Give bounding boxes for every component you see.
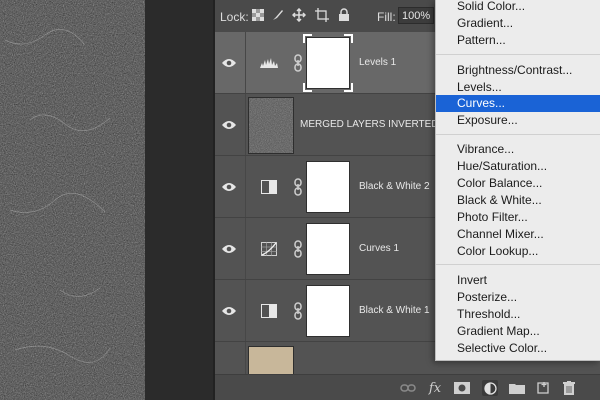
lock-transparent-pixels-icon[interactable] [251, 8, 265, 22]
new-group-folder-icon[interactable] [509, 380, 525, 396]
menu-item-posterize[interactable]: Posterize... [436, 289, 600, 306]
row-separator [245, 32, 246, 93]
black-white-adjustment-icon[interactable] [259, 179, 279, 195]
menu-item-hue-saturation[interactable]: Hue/Saturation... [436, 158, 600, 175]
menu-item-channel-mixer[interactable]: Channel Mixer... [436, 226, 600, 243]
lock-image-pixels-brush-icon[interactable] [271, 8, 285, 22]
layers-bottom-toolbar: fx [215, 374, 600, 400]
row-separator [245, 218, 246, 279]
row-separator [245, 156, 246, 217]
mask-link-chain-icon[interactable] [293, 302, 303, 320]
menu-item-invert[interactable]: Invert [436, 272, 600, 289]
layer-name[interactable]: Black & White 1 [359, 305, 430, 316]
menu-item-brightness-contrast[interactable]: Brightness/Contrast... [436, 62, 600, 79]
lock-position-move-icon[interactable] [292, 8, 306, 22]
menu-item-gradient[interactable]: Gradient... [436, 15, 600, 32]
menu-item-photo-filter[interactable]: Photo Filter... [436, 209, 600, 226]
visibility-eye-icon[interactable] [220, 180, 238, 194]
add-layer-mask-icon[interactable] [454, 380, 470, 396]
new-layer-icon[interactable] [535, 380, 551, 396]
curves-adjustment-icon[interactable] [259, 241, 279, 257]
menu-item-selective-color[interactable]: Selective Color... [436, 340, 600, 357]
new-adjustment-layer-menu: Solid Color... Gradient... Pattern... Br… [435, 0, 600, 361]
menu-item-color-lookup[interactable]: Color Lookup... [436, 243, 600, 260]
menu-separator [436, 54, 600, 55]
menu-separator [436, 264, 600, 265]
levels-histogram-icon[interactable] [259, 55, 279, 71]
menu-item-threshold[interactable]: Threshold... [436, 306, 600, 323]
layer-mask-thumbnail[interactable] [306, 161, 350, 213]
row-separator [245, 280, 246, 341]
mask-link-chain-icon[interactable] [293, 54, 303, 72]
menu-item-curves[interactable]: Curves... [436, 95, 600, 112]
lock-label: Lock: [220, 10, 249, 24]
layer-name[interactable]: Black & White 2 [359, 181, 430, 192]
layer-mask-thumbnail[interactable] [306, 223, 350, 275]
menu-separator [436, 134, 600, 135]
black-white-adjustment-icon[interactable] [259, 303, 279, 319]
lock-all-padlock-icon[interactable] [337, 8, 351, 22]
lock-artboard-icon[interactable] [315, 8, 329, 22]
menu-item-black-white[interactable]: Black & White... [436, 192, 600, 209]
layer-mask-thumbnail[interactable] [306, 285, 350, 337]
menu-item-gradient-map[interactable]: Gradient Map... [436, 323, 600, 340]
menu-item-color-balance[interactable]: Color Balance... [436, 175, 600, 192]
mask-selection-corners [303, 34, 353, 92]
menu-item-vibrance[interactable]: Vibrance... [436, 141, 600, 158]
layer-name[interactable]: Levels 1 [359, 57, 396, 68]
mask-link-chain-icon[interactable] [293, 240, 303, 258]
menu-item-pattern[interactable]: Pattern... [436, 32, 600, 49]
menu-item-exposure[interactable]: Exposure... [436, 112, 600, 129]
row-separator [245, 94, 246, 155]
menu-item-levels[interactable]: Levels... [436, 79, 600, 96]
link-layers-icon[interactable] [400, 380, 416, 396]
visibility-eye-icon[interactable] [220, 118, 238, 132]
fill-label: Fill: [377, 10, 396, 24]
mask-link-chain-icon[interactable] [293, 178, 303, 196]
layer-name[interactable]: MERGED LAYERS INVERTED [300, 119, 439, 130]
visibility-eye-icon[interactable] [220, 304, 238, 318]
menu-item-solid-color[interactable]: Solid Color... [436, 0, 600, 15]
visibility-eye-icon[interactable] [220, 242, 238, 256]
visibility-eye-icon[interactable] [220, 56, 238, 70]
new-adjustment-layer-icon[interactable] [482, 380, 498, 396]
layer-thumbnail-texture[interactable] [248, 97, 294, 154]
fill-opacity-input[interactable]: 100% [398, 7, 434, 24]
row-separator [245, 342, 246, 374]
layer-name[interactable]: Curves 1 [359, 243, 399, 254]
document-canvas[interactable] [0, 0, 145, 400]
fx-layer-style-button[interactable]: fx [427, 380, 443, 396]
canvas-pasteboard [145, 0, 213, 400]
delete-layer-trash-icon[interactable] [561, 380, 577, 396]
canvas-texture-image [0, 0, 145, 400]
